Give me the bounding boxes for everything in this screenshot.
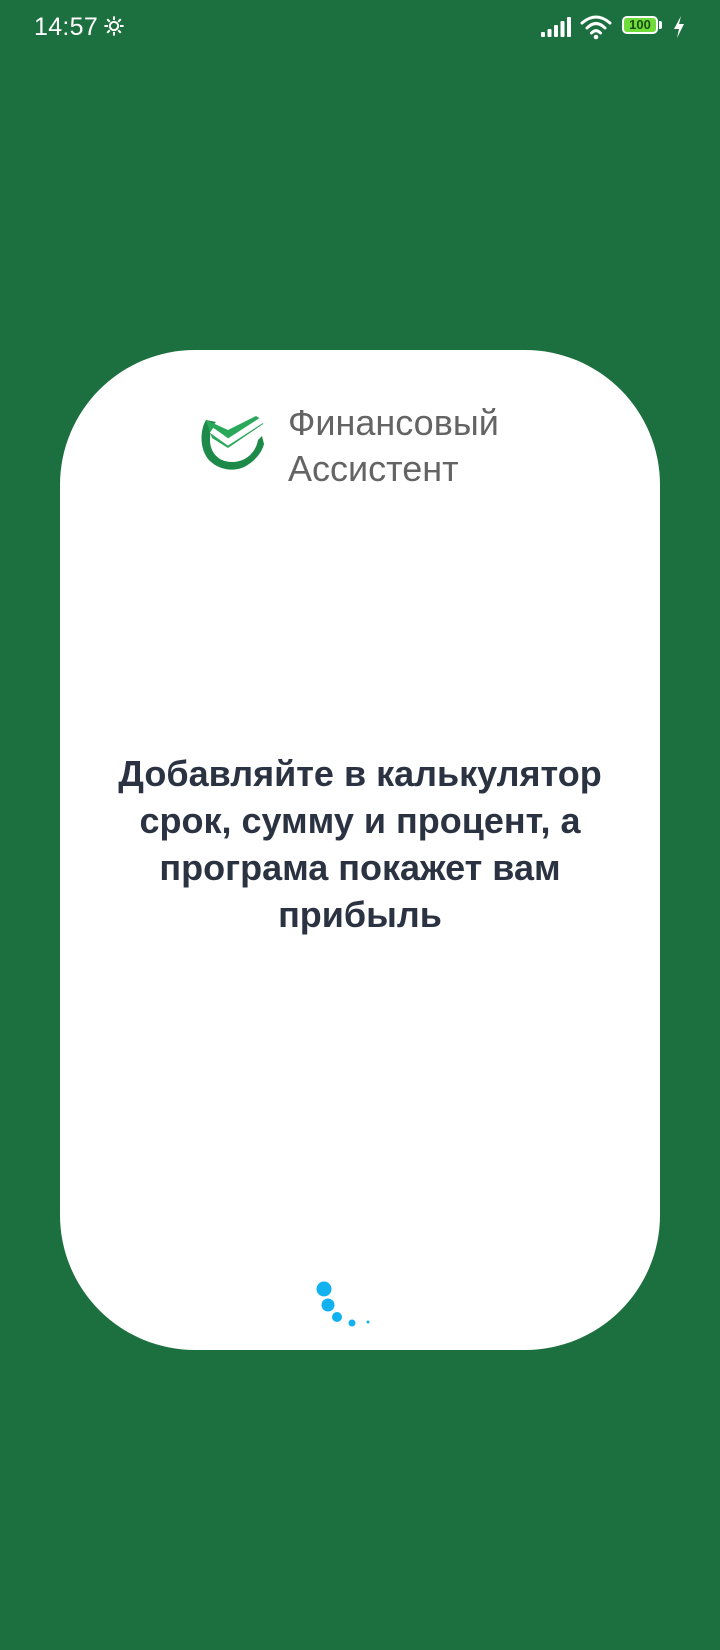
status-time: 14:57 — [34, 13, 99, 41]
loading-spinner-icon — [316, 1281, 370, 1327]
intro-message: Добавляйте в калькулятор срок, сумму и п… — [118, 753, 602, 935]
splash-card: Финансовый Ассистент Добавляйте в кальку… — [60, 350, 660, 1350]
status-bar: 14:57 100 — [0, 0, 720, 56]
battery-level: 100 — [629, 17, 651, 32]
wifi-icon — [580, 15, 612, 40]
checkmark-logo-icon — [201, 415, 268, 470]
signal-icon — [541, 17, 571, 37]
gear-icon — [104, 16, 124, 36]
app-title: Финансовый Ассистент — [288, 402, 499, 489]
app-logo: Финансовый Ассистент — [198, 400, 538, 500]
charging-icon — [674, 16, 684, 38]
battery-icon: 100 — [622, 16, 664, 36]
